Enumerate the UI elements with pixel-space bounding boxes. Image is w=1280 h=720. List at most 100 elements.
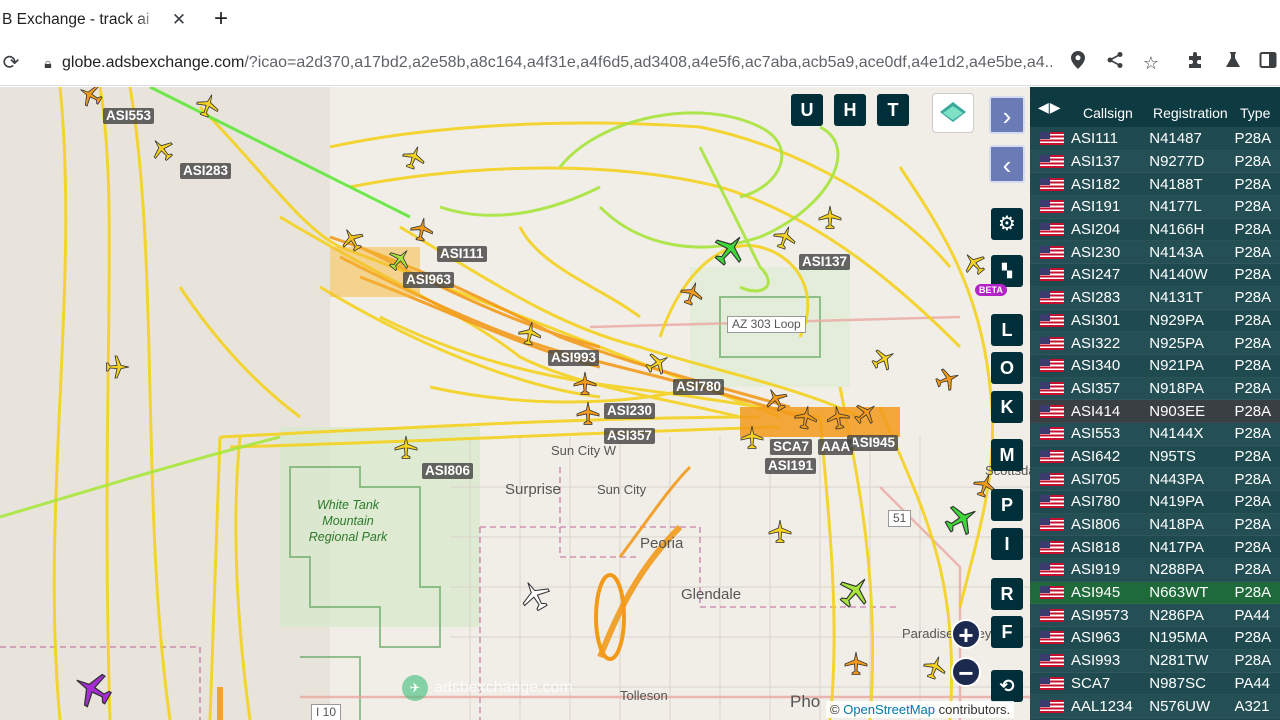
aircraft-label[interactable]: ASI137 xyxy=(799,254,851,270)
chart-icon[interactable]: ▚ xyxy=(991,255,1023,287)
table-row[interactable]: ASI247 N4140W P28A xyxy=(1030,264,1280,287)
table-row[interactable]: ASI230 N4143A P28A xyxy=(1030,241,1280,265)
callsign-cell: ASI780 xyxy=(1071,493,1121,511)
next-arrow-button[interactable]: › xyxy=(989,96,1025,134)
toggle-o-button[interactable]: O xyxy=(991,352,1023,384)
star-icon[interactable]: ☆ xyxy=(1139,51,1163,75)
place-sun-city-west: Sun City W xyxy=(551,443,617,458)
place-peoria: Peoria xyxy=(640,535,684,552)
us-flag-icon xyxy=(1040,359,1064,373)
replay-icon[interactable]: ⟲ xyxy=(991,670,1023,702)
table-row[interactable]: SCA7 N987SC PA44 xyxy=(1030,673,1280,696)
table-row[interactable]: ASI780 N419PA P28A xyxy=(1030,491,1280,514)
reload-icon[interactable]: ⟳ xyxy=(0,51,22,75)
table-row[interactable]: ASI283 N4131T P28A xyxy=(1030,286,1280,310)
url-text[interactable]: globe.adsbexchange.com/?icao=a2d370,a17b… xyxy=(62,54,1052,72)
col-registration[interactable]: Registration xyxy=(1153,105,1228,121)
prev-arrow-button[interactable]: ‹ xyxy=(989,145,1025,183)
table-row[interactable]: ASI553 N4144X P28A xyxy=(1030,422,1280,446)
location-pin-icon[interactable] xyxy=(1066,51,1090,75)
aircraft-label[interactable]: ASI963 xyxy=(403,272,455,288)
registration-cell: N4131T xyxy=(1149,289,1203,307)
us-flag-icon xyxy=(1040,336,1064,350)
lock-icon[interactable]: 🔒︎ xyxy=(34,55,62,72)
sidepanel-icon[interactable] xyxy=(1256,51,1280,75)
us-flag-icon xyxy=(1040,608,1064,622)
table-row[interactable]: ASI9573 N286PA PA44 xyxy=(1030,604,1280,628)
settings-gear-icon[interactable]: ⚙ xyxy=(991,208,1023,240)
table-row[interactable]: ASI182 N4188T P28A xyxy=(1030,173,1280,197)
aircraft-label[interactable]: ASI357 xyxy=(604,428,656,444)
us-flag-icon xyxy=(1040,313,1064,327)
table-row[interactable]: ASI204 N4166H P28A xyxy=(1030,219,1280,242)
aircraft-label[interactable]: ASI191 xyxy=(765,458,817,474)
aircraft-label[interactable]: AAA xyxy=(818,439,854,455)
tab-close-icon[interactable]: ✕ xyxy=(168,9,190,31)
table-row[interactable]: AAL1234 N576UW A321 xyxy=(1030,695,1280,718)
toggle-h-button[interactable]: H xyxy=(834,94,866,126)
toggle-i-button[interactable]: I xyxy=(991,528,1023,560)
table-row[interactable]: ASI963 N195MA P28A xyxy=(1030,627,1280,650)
type-cell: P28A xyxy=(1234,538,1272,556)
flask-icon[interactable] xyxy=(1221,51,1245,75)
col-type[interactable]: Type xyxy=(1240,105,1270,121)
toggle-r-button[interactable]: R xyxy=(991,578,1023,610)
table-row[interactable]: ASI191 N4177L P28A xyxy=(1030,196,1280,219)
callsign-cell: ASI204 xyxy=(1071,221,1121,239)
toggle-t-button[interactable]: T xyxy=(877,94,909,126)
aircraft-label[interactable]: SCA7 xyxy=(770,439,813,455)
toggle-u-button[interactable]: U xyxy=(791,94,823,126)
callsign-cell: ASI357 xyxy=(1071,379,1121,397)
table-row[interactable]: ASI357 N918PA P28A xyxy=(1030,377,1280,401)
aircraft-label[interactable]: ASI283 xyxy=(180,163,232,179)
table-row[interactable]: ASI301 N929PA P28A xyxy=(1030,310,1280,333)
aircraft-label[interactable]: ASI993 xyxy=(548,350,600,366)
toggle-f-button[interactable]: F xyxy=(991,616,1023,648)
puzzle-icon[interactable] xyxy=(1184,51,1208,75)
callsign-cell: ASI182 xyxy=(1071,175,1121,193)
toggle-p-button[interactable]: P xyxy=(991,489,1023,521)
us-flag-icon xyxy=(1040,699,1064,713)
table-row[interactable]: ASI137 N9277D P28A xyxy=(1030,150,1280,174)
table-row[interactable]: ASI919 N288PA P28A xyxy=(1030,559,1280,582)
table-row[interactable]: ASI993 N281TW P28A xyxy=(1030,649,1280,673)
aircraft-label[interactable]: ASI806 xyxy=(422,463,474,479)
toggle-k-button[interactable]: K xyxy=(991,391,1023,423)
us-flag-icon xyxy=(1040,495,1064,509)
layers-button[interactable] xyxy=(932,93,974,133)
table-row[interactable]: ASI642 N95TS P28A xyxy=(1030,446,1280,469)
zoom-out-button[interactable]: − xyxy=(951,657,981,687)
collapse-arrows-icon[interactable]: ◀▶ xyxy=(1038,99,1062,116)
aircraft-label[interactable]: ASI780 xyxy=(673,379,725,395)
table-row[interactable]: ASI818 N417PA P28A xyxy=(1030,536,1280,560)
browser-tab[interactable]: B Exchange - track ai ✕ xyxy=(0,0,196,40)
zoom-in-button[interactable]: + xyxy=(951,619,981,649)
table-row[interactable]: ASI340 N921PA P28A xyxy=(1030,355,1280,378)
registration-cell: N663WT xyxy=(1149,584,1209,602)
callsign-cell: ASI301 xyxy=(1071,311,1121,329)
table-row[interactable]: ASI945 N663WT P28A xyxy=(1030,581,1280,605)
table-row[interactable]: ASI322 N925PA P28A xyxy=(1030,332,1280,355)
flight-map[interactable]: Surprise Sun City Sun City W Peoria Glen… xyxy=(0,87,1030,720)
aircraft-table-panel: ◀▶ Callsign Registration Type ASI111 N414… xyxy=(1030,87,1280,720)
adsbx-logo-icon: ✈ xyxy=(402,675,428,701)
aircraft-label[interactable]: ASI945 xyxy=(847,435,899,451)
table-row[interactable]: ASI705 N443PA P28A xyxy=(1030,468,1280,491)
us-flag-icon xyxy=(1040,155,1064,169)
col-callsign[interactable]: Callsign xyxy=(1083,105,1133,121)
table-row[interactable]: ASI111 N41487 P28A xyxy=(1030,128,1280,151)
toggle-l-button[interactable]: L xyxy=(991,314,1023,346)
registration-cell: N929PA xyxy=(1149,311,1205,329)
aircraft-label[interactable]: ASI230 xyxy=(604,403,656,419)
toggle-m-button[interactable]: M xyxy=(991,439,1023,471)
share-icon[interactable] xyxy=(1103,51,1127,75)
aircraft-label[interactable]: ASI553 xyxy=(103,108,155,124)
osm-link[interactable]: OpenStreetMap xyxy=(843,702,935,717)
table-row[interactable]: ASI414 N903EE P28A xyxy=(1030,400,1280,423)
table-row[interactable]: ASI806 N418PA P28A xyxy=(1030,513,1280,537)
omnibox[interactable]: 🔒︎ globe.adsbexchange.com/?icao=a2d370,a… xyxy=(34,45,1068,81)
aircraft-label[interactable]: ASI111 xyxy=(437,246,487,262)
new-tab-button[interactable]: + xyxy=(208,7,234,33)
map-canvas[interactable] xyxy=(0,87,1030,720)
registration-cell: N41487 xyxy=(1149,130,1202,148)
